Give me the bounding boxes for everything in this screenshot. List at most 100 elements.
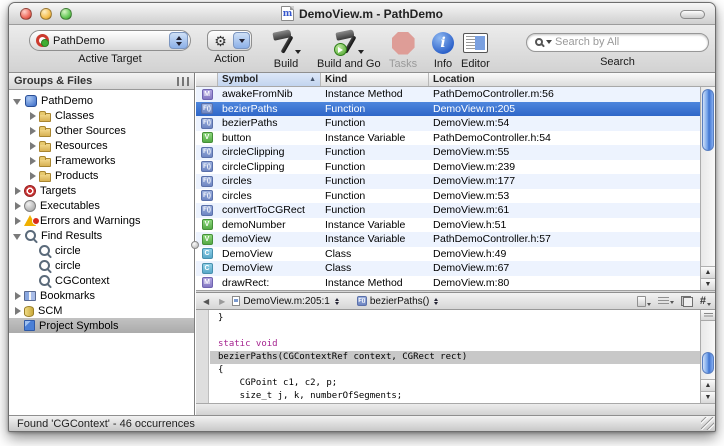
badge-cell: C [196,248,218,259]
table-row[interactable]: VbuttonInstance VariablePathDemoControll… [196,131,700,146]
table-row[interactable]: F()circlesFunctionDemoView.m:53 [196,189,700,204]
editor-scrollbar[interactable]: ▲ ▼ [700,310,715,403]
scroll-down-button[interactable]: ▼ [701,391,715,403]
cell-symbol: bezierPaths [218,117,321,129]
build-and-go-dropdown-icon[interactable] [358,50,364,54]
sidebar-item-circle[interactable]: circle [9,243,194,258]
disclosure-triangle-icon[interactable] [30,172,36,180]
breakpoints-menu-button[interactable] [658,297,674,305]
disclosure-triangle-icon[interactable] [15,217,21,225]
toolbar-toggle-button[interactable] [680,10,705,19]
sidebar-item-other-sources[interactable]: Other Sources [9,123,194,138]
table-row[interactable]: F()circlesFunctionDemoView.m:177 [196,174,700,189]
method-badge-icon: M [202,89,213,100]
disclosure-triangle-icon[interactable] [15,202,21,210]
sidebar-item-cgcontext[interactable]: CGContext [9,273,194,288]
minimize-button[interactable] [40,8,52,20]
table-scrollbar-thumb[interactable] [702,89,714,151]
search-field[interactable] [526,33,709,52]
title-bar[interactable]: m DemoView.m - PathDemo [9,3,715,25]
function-popup[interactable]: F() bezierPaths() [357,296,438,307]
close-button[interactable] [20,8,32,20]
editor-nav-bar: ◀ ▶ DemoView.m:205:1 F() bezierPaths() [196,293,715,310]
disclosure-triangle-icon[interactable] [30,157,36,165]
scroll-up-button[interactable]: ▲ [701,266,715,278]
editor-scrollbar-thumb[interactable] [702,352,714,374]
popup-stepper-icon [169,32,188,49]
disclosure-triangle-icon[interactable] [15,307,21,315]
sidebar-item-scm[interactable]: SCM [9,303,194,318]
sidebar-item-bookmarks[interactable]: Bookmarks [9,288,194,303]
disclosure-triangle-icon[interactable] [13,99,21,105]
sidebar-item-executables[interactable]: Executables [9,198,194,213]
back-icon[interactable]: ◀ [200,297,212,306]
table-row[interactable]: CDemoViewClassDemoView.m:67 [196,261,700,276]
editor-button[interactable] [463,33,488,53]
header-badge-column[interactable] [196,73,218,86]
header-symbol-column[interactable]: Symbol ▲ [218,73,321,86]
table-row[interactable]: F()circleClippingFunctionDemoView.m:55 [196,145,700,160]
build-and-go-button[interactable] [334,30,364,56]
counterpart-button[interactable] [681,296,693,307]
sidebar-item-targets[interactable]: Targets [9,183,194,198]
code-area[interactable]: } static voidbezierPaths(CGContextRef co… [210,310,700,403]
disclosure-triangle-icon[interactable] [30,142,36,150]
header-location-label: Location [433,74,475,85]
sidebar-item-find-results[interactable]: Find Results [9,228,194,243]
cell-kind: Function [321,117,429,129]
table-row[interactable]: MawakeFromNibInstance MethodPathDemoCont… [196,87,700,102]
table-row[interactable]: MdrawRect:Instance MethodDemoView.m:80 [196,276,700,291]
pane-splitter-handle[interactable] [191,241,199,249]
sidebar-item-circle[interactable]: circle [9,258,194,273]
resize-grip[interactable] [701,417,714,430]
scroll-up-button[interactable]: ▲ [701,379,715,391]
sidebar-item-products[interactable]: Products [9,168,194,183]
disclosure-triangle-icon[interactable] [30,112,36,120]
editor-group: Editor [461,30,490,70]
table-row[interactable]: F()convertToCGRectFunctionDemoView.m:61 [196,203,700,218]
sidebar-item-project-symbols[interactable]: Project Symbols [9,318,194,333]
search-scope-dropdown-icon[interactable] [546,40,552,44]
sidebar-item-frameworks[interactable]: Frameworks [9,153,194,168]
info-button[interactable]: i [432,32,454,54]
bookmarks-menu-button[interactable] [637,296,651,307]
code-line: size_t j, k, numberOfSegments; [210,390,700,403]
build-dropdown-icon[interactable] [295,50,301,54]
disclosure-triangle-icon[interactable] [13,234,21,240]
table-row[interactable]: F()bezierPathsFunctionDemoView.m:205 [196,102,700,117]
cell-symbol: circleClipping [218,146,321,158]
build-button[interactable] [271,30,301,56]
sidebar-tree: PathDemoClassesOther SourcesResourcesFra… [9,90,194,333]
table-scrollbar[interactable]: ▲ ▼ [700,87,715,290]
split-editor-button[interactable] [701,310,715,321]
function-badge-icon: F() [201,176,213,187]
disclosure-triangle-icon[interactable] [15,292,21,300]
header-kind-column[interactable]: Kind [321,73,429,86]
line-number-menu-button[interactable]: # [700,295,711,307]
sidebar-item-errors-and-warnings[interactable]: Errors and Warnings [9,213,194,228]
header-location-column[interactable]: Location [429,73,715,86]
search-input[interactable] [555,36,700,48]
table-row[interactable]: VdemoNumberInstance VariableDemoView.h:5… [196,218,700,233]
window-title: DemoView.m - PathDemo [299,7,443,21]
code-editor[interactable]: } static voidbezierPaths(CGContextRef co… [196,310,715,403]
table-row[interactable]: CDemoViewClassDemoView.h:49 [196,247,700,262]
sidebar-item-pathdemo[interactable]: PathDemo [9,93,194,108]
forward-icon[interactable]: ▶ [216,297,228,306]
table-row[interactable]: VdemoViewInstance VariablePathDemoContro… [196,232,700,247]
sidebar-item-classes[interactable]: Classes [9,108,194,123]
action-button[interactable]: ⚙ [207,30,252,51]
sidebar-split-control-icon[interactable] [177,77,189,86]
build-caption: Build [274,58,298,70]
disclosure-triangle-icon[interactable] [15,187,21,195]
table-row[interactable]: F()bezierPathsFunctionDemoView.m:54 [196,116,700,131]
cell-location: DemoView.m:177 [429,175,700,187]
file-history-popup[interactable]: DemoView.m:205:1 [232,296,339,307]
active-target-popup[interactable]: PathDemo [29,30,191,51]
disclosure-triangle-icon[interactable] [30,127,36,135]
zoom-button[interactable] [60,8,72,20]
table-row[interactable]: F()circleClippingFunctionDemoView.m:239 [196,160,700,175]
sidebar-item-resources[interactable]: Resources [9,138,194,153]
scroll-down-button[interactable]: ▼ [701,278,715,290]
mag-icon [39,260,51,272]
